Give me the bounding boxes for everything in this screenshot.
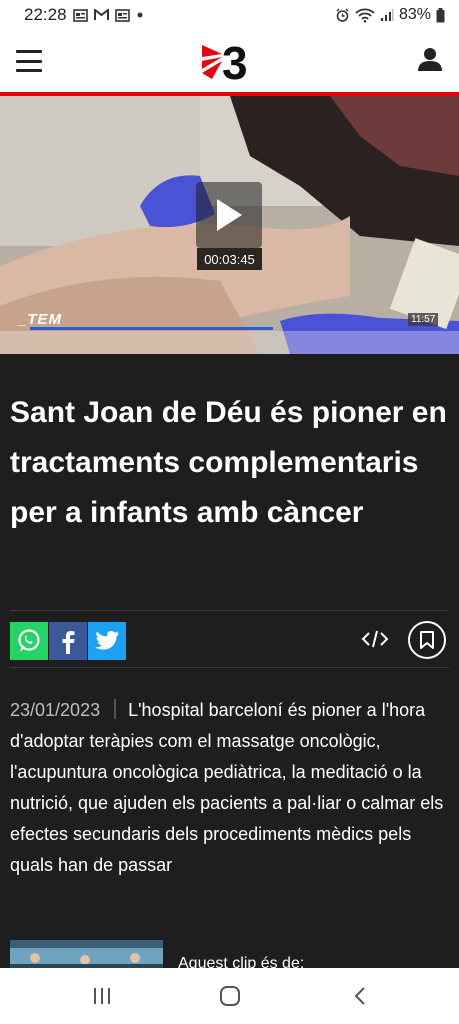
- article-date: 23/01/2023: [10, 700, 101, 720]
- menu-line: [16, 59, 42, 63]
- app-header: 3: [0, 30, 459, 92]
- menu-line: [16, 50, 42, 53]
- related-thumbnail-image: [10, 940, 163, 970]
- back-button[interactable]: [348, 984, 372, 1008]
- user-account-button[interactable]: [417, 46, 443, 72]
- twitter-icon: [95, 631, 119, 650]
- status-time: 22:28: [24, 5, 67, 24]
- recent-apps-button[interactable]: [90, 984, 114, 1008]
- facebook-icon: [62, 631, 75, 654]
- whatsapp-icon: [18, 629, 40, 652]
- menu-line: [16, 69, 42, 72]
- tv3-logo[interactable]: 3: [200, 37, 260, 85]
- related-clip-thumbnail[interactable]: [10, 940, 163, 970]
- video-overlay-time: 11:57: [408, 313, 439, 326]
- news-notification-icon: [114, 8, 130, 22]
- code-embed-icon: [361, 630, 389, 648]
- play-icon: [217, 199, 242, 231]
- system-navigation-bar: [0, 968, 459, 1024]
- battery-percentage: 83%: [398, 6, 431, 23]
- article-summary-text: L'hospital barceloní és pioner a l'hora …: [10, 700, 444, 875]
- gallery-notification-icon: [72, 8, 88, 22]
- article-summary: 23/01/2023 L'hospital barceloní és pioner…: [10, 695, 450, 881]
- hamburger-menu-button[interactable]: [16, 50, 42, 72]
- signal-icon: [380, 8, 394, 22]
- user-profile-icon: [418, 48, 442, 71]
- embed-code-button[interactable]: [360, 624, 390, 654]
- home-icon: [220, 986, 240, 1006]
- alarm-icon: [335, 8, 350, 23]
- facebook-share-button[interactable]: [49, 622, 87, 660]
- channel-watermark: _TEM: [18, 311, 63, 328]
- logo-number: 3: [222, 37, 248, 85]
- home-button[interactable]: [218, 984, 242, 1008]
- video-progress-bar: [30, 327, 273, 330]
- more-notifications-dot-icon: [136, 11, 144, 19]
- bookmark-button[interactable]: [408, 621, 446, 659]
- date-divider: [114, 699, 117, 719]
- wifi-icon: [355, 8, 375, 23]
- back-arrow-icon: [354, 987, 365, 1005]
- whatsapp-share-button[interactable]: [10, 622, 48, 660]
- status-bar: 22:28 83%: [0, 0, 459, 30]
- twitter-share-button[interactable]: [88, 622, 126, 660]
- battery-icon: [436, 7, 445, 23]
- bookmark-icon: [420, 631, 434, 649]
- video-player[interactable]: 00:03:45 _TEM 11:57: [0, 96, 459, 354]
- play-button[interactable]: [196, 182, 262, 248]
- video-duration: 00:03:45: [197, 248, 262, 270]
- share-bar: [10, 610, 449, 668]
- recent-apps-icon: [94, 988, 110, 1004]
- gmail-notification-icon: [93, 9, 109, 21]
- article-title: Sant Joan de Déu és pioner en tractament…: [10, 396, 447, 529]
